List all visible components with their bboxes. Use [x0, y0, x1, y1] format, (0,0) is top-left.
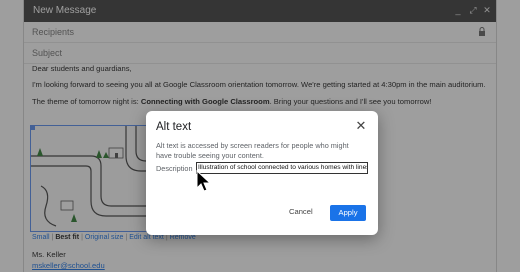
apply-button[interactable]: Apply [330, 205, 366, 221]
dialog-title: Alt text [156, 121, 192, 133]
cancel-button[interactable]: Cancel [289, 207, 313, 216]
dialog-description: Alt text is accessed by screen readers f… [156, 141, 349, 160]
alt-text-dialog: Alt text ✕ Alt text is accessed by scree… [146, 111, 378, 235]
mouse-pointer-icon [196, 170, 212, 192]
description-label: Description [156, 164, 193, 173]
description-input[interactable]: Illustration of school connected to vari… [196, 162, 368, 174]
close-icon[interactable]: ✕ [354, 119, 368, 133]
